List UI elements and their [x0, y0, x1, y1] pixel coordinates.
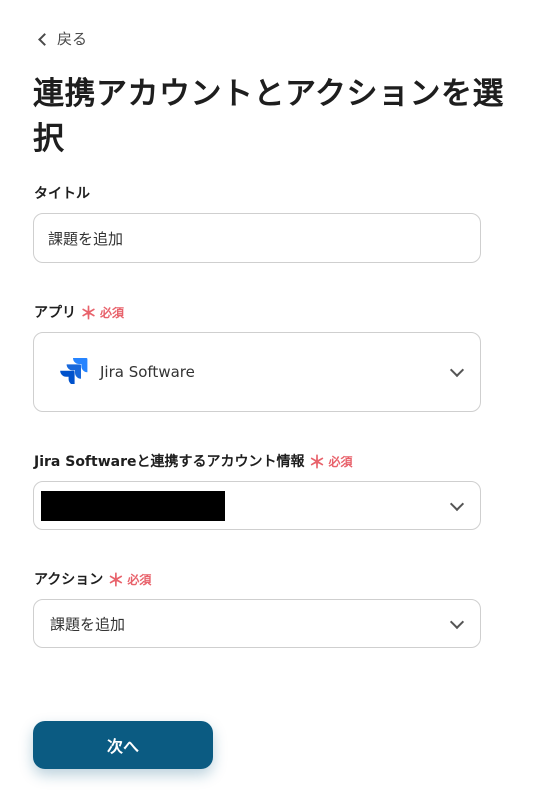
- title-input[interactable]: [34, 214, 480, 262]
- account-select[interactable]: [33, 481, 481, 530]
- next-button[interactable]: 次へ: [33, 721, 213, 769]
- action-field-label: アクション ＊ 必須: [34, 569, 152, 591]
- jira-software-icon: [60, 356, 88, 388]
- account-label-text: Jira Softwareと連携するアカウント情報: [34, 454, 305, 470]
- title-field-label: タイトル: [34, 183, 90, 203]
- title-label-text: タイトル: [34, 186, 90, 202]
- required-badge: ＊ 必須: [308, 453, 353, 473]
- page-title: 連携アカウントとアクションを選択: [33, 76, 504, 157]
- title-input-box[interactable]: [33, 213, 481, 263]
- page: 戻る 連携アカウントとアクションを選択 タイトル アプリ ＊ 必須 Jira S…: [0, 0, 534, 809]
- action-select[interactable]: 課題を追加: [33, 599, 481, 648]
- required-badge: ＊ 必須: [107, 571, 152, 591]
- required-text: 必須: [328, 454, 353, 469]
- back-link[interactable]: 戻る: [38, 28, 88, 49]
- app-field-label: アプリ ＊ 必須: [34, 302, 125, 324]
- action-label-text: アクション: [34, 572, 104, 588]
- redacted-account-value: [41, 491, 225, 521]
- app-selected-label: Jira Software: [100, 363, 195, 381]
- required-star: ＊: [308, 453, 326, 473]
- required-text: 必須: [127, 572, 152, 587]
- chevron-down-icon: [449, 614, 465, 629]
- app-select[interactable]: Jira Software: [33, 332, 481, 412]
- required-badge: ＊ 必須: [80, 304, 125, 324]
- account-field-label: Jira Softwareと連携するアカウント情報 ＊ 必須: [34, 451, 353, 473]
- chevron-down-icon: [449, 362, 465, 378]
- app-label-text: アプリ: [34, 305, 76, 321]
- required-star: ＊: [80, 304, 97, 324]
- action-selected-label: 課題を追加: [50, 615, 126, 633]
- required-text: 必須: [100, 305, 125, 320]
- chevron-down-icon: [449, 496, 465, 511]
- chevron-left-icon: [38, 32, 51, 46]
- required-star: ＊: [107, 571, 125, 591]
- back-label: 戻る: [57, 30, 88, 48]
- app-selected-option: Jira Software: [60, 356, 195, 388]
